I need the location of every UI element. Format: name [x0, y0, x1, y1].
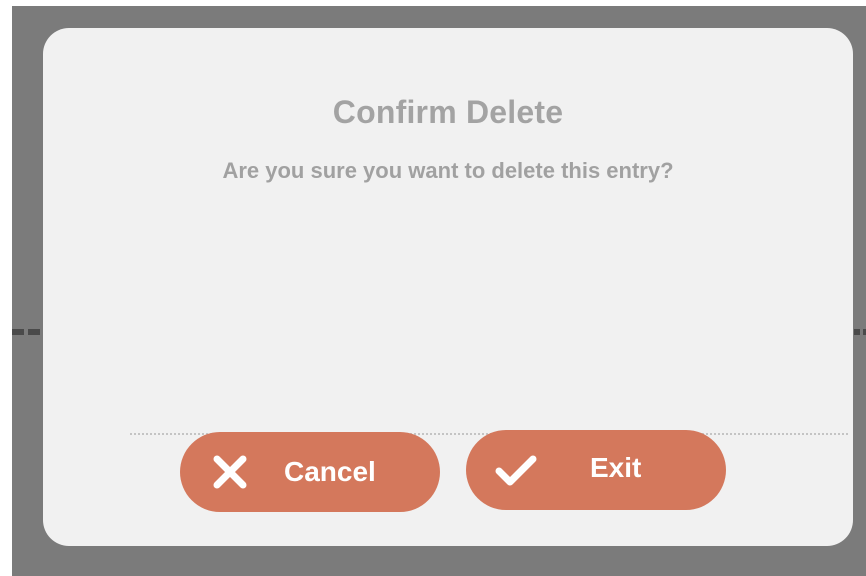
- checkmark-icon: [495, 455, 537, 486]
- cancel-button[interactable]: Cancel: [180, 432, 440, 512]
- exit-button[interactable]: Exit: [466, 430, 726, 510]
- cancel-button-label: Cancel: [284, 456, 376, 487]
- backdrop-dashed-line-left: [12, 329, 42, 335]
- backdrop-dashed-line-right: [854, 329, 866, 335]
- close-icon: [213, 455, 247, 489]
- dialog-title: Confirm Delete: [332, 94, 564, 130]
- confirm-delete-dialog: Confirm Delete Are you sure you want to …: [43, 28, 853, 546]
- exit-button-label: Exit: [590, 452, 642, 483]
- dialog-message: Are you sure you want to delete this ent…: [222, 158, 674, 183]
